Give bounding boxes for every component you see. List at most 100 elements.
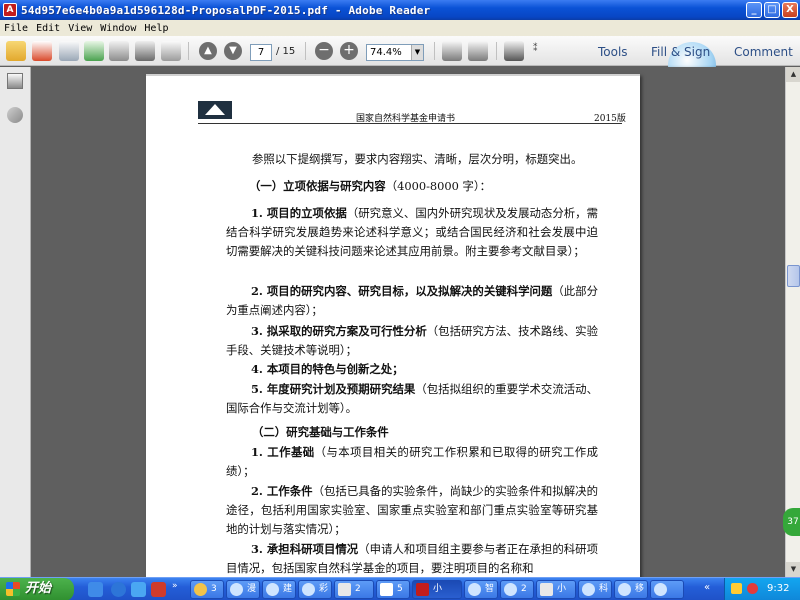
pdf-icon (416, 583, 429, 596)
task-item[interactable]: 3 (190, 580, 224, 599)
task-label: 5 (397, 584, 403, 594)
print-icon[interactable] (135, 41, 155, 61)
vertical-scrollbar[interactable]: ▲ ▼ (785, 67, 800, 577)
section-2-title: （二）研究基础与工作条件 (252, 425, 389, 439)
zoom-value: 74.4% (370, 47, 402, 58)
task-label: 彩 (319, 584, 329, 594)
upload-icon[interactable] (84, 41, 104, 61)
page-thumbnails-icon[interactable] (7, 73, 23, 89)
task-item[interactable]: 智 (464, 580, 498, 599)
toolbar-separator (434, 42, 435, 60)
chevron-down-icon[interactable]: ▼ (411, 45, 423, 60)
section-2-heading: （二）研究基础与工作条件 (252, 423, 602, 442)
next-page-icon[interactable]: ▼ (224, 42, 242, 60)
fit-width-icon[interactable] (468, 41, 488, 61)
document-icon (338, 583, 351, 596)
menu-help[interactable]: Help (140, 23, 172, 34)
menu-window[interactable]: Window (96, 23, 140, 34)
system-clock[interactable]: 9:32 (767, 583, 789, 594)
menu-file[interactable]: File (0, 23, 32, 34)
task-item[interactable]: 2 (500, 580, 534, 599)
system-tray: 9:32 (724, 578, 800, 600)
start-button[interactable]: 开始 (0, 578, 74, 600)
tray-network-icon[interactable] (731, 583, 742, 594)
ie-icon (302, 583, 315, 596)
task-item[interactable]: 移 (614, 580, 648, 599)
scroll-up-icon[interactable]: ▲ (786, 67, 800, 82)
task-item[interactable]: 5 (376, 580, 410, 599)
task-label: 建 (283, 584, 293, 594)
s2-item-1-paragraph: 1. 工作基础（与本项目相关的研究工作积累和已取得的研究工作成绩）； (226, 443, 598, 481)
taskbar-more-icon[interactable]: « (704, 582, 710, 593)
window-controls: _ □ X (746, 2, 798, 18)
side-badge[interactable]: 37 (783, 508, 800, 536)
combine-files-icon[interactable] (32, 41, 52, 61)
quicklaunch-ie-icon[interactable] (111, 582, 126, 597)
task-item[interactable]: 2 (334, 580, 374, 599)
task-item[interactable]: 建 (262, 580, 296, 599)
menu-view[interactable]: View (64, 23, 96, 34)
quicklaunch-app-icon[interactable] (151, 582, 166, 597)
task-item[interactable]: 彩 (298, 580, 332, 599)
toolbar-separator (305, 42, 306, 60)
start-label: 开始 (25, 581, 52, 596)
zoom-select[interactable]: 74.4% ▼ (366, 44, 424, 61)
item-1-title: 1. 项目的立项依据 (251, 206, 347, 220)
s2-item-3-paragraph: 3. 承担科研项目情况（申请人和项目组主要参与者正在承担的科研项目情况，包括国家… (226, 540, 598, 577)
notepad-icon (380, 583, 393, 596)
menu-edit[interactable]: Edit (32, 23, 64, 34)
toolbar-more-icon[interactable]: ⁑ (533, 44, 538, 54)
task-label: 漫 (247, 584, 257, 594)
task-label: 3 (211, 584, 217, 594)
edit-icon[interactable] (59, 41, 79, 61)
scroll-down-icon[interactable]: ▼ (786, 562, 800, 577)
task-item[interactable]: 小 (536, 580, 576, 599)
create-pdf-icon[interactable] (6, 41, 26, 61)
maximize-button[interactable]: □ (764, 2, 780, 18)
zoom-out-icon[interactable]: − (315, 42, 333, 60)
task-item[interactable] (650, 580, 684, 599)
quicklaunch-qq-icon[interactable] (131, 582, 146, 597)
email-icon[interactable] (161, 41, 181, 61)
header-divider (198, 123, 622, 124)
window-title-bar[interactable]: A 54d957e6e4b0a9a1d596128d-ProposalPDF-2… (0, 0, 800, 20)
tray-security-icon[interactable] (747, 583, 758, 594)
document-icon (540, 583, 553, 596)
document-view[interactable]: 国家自然科学基金申请书 2015版 参照以下提纲撰写，要求内容翔实、清晰，层次分… (32, 67, 785, 577)
zoom-in-icon[interactable]: + (340, 42, 358, 60)
previous-page-icon[interactable]: ▲ (199, 42, 217, 60)
fit-page-icon[interactable] (442, 41, 462, 61)
nsfc-logo-icon (198, 101, 232, 119)
window-title: 54d957e6e4b0a9a1d596128d-ProposalPDF-201… (21, 3, 431, 17)
page-number-input[interactable]: 7 (250, 44, 272, 61)
attachments-icon[interactable] (7, 107, 23, 123)
close-button[interactable]: X (782, 2, 798, 18)
toolbar-separator (188, 42, 189, 60)
toolbar-separator (496, 42, 497, 60)
quicklaunch-desktop-icon[interactable] (88, 582, 103, 597)
section-1-heading: （一）立项依据与研究内容（4000-8000 字）： (249, 177, 599, 196)
comment-link[interactable]: Comment (734, 45, 793, 59)
fill-sign-link[interactable]: Fill & Sign (651, 45, 710, 59)
ie-icon (582, 583, 595, 596)
page-edge (146, 74, 640, 76)
full-screen-icon[interactable] (504, 41, 524, 61)
task-label: 2 (521, 584, 527, 594)
scroll-thumb[interactable] (787, 265, 800, 287)
tools-link[interactable]: Tools (598, 45, 628, 59)
ie-icon (504, 583, 517, 596)
task-item-adobe-reader[interactable]: 小 (412, 580, 462, 599)
s2-item-1-title: 1. 工作基础 (251, 445, 315, 459)
s2-item-2-title: 2. 工作条件 (251, 484, 313, 498)
task-item[interactable]: 漫 (226, 580, 260, 599)
item-5-title: 5. 年度研究计划及预期研究结果 (251, 382, 416, 396)
windows-taskbar: 开始 » 3 漫 建 彩 2 5 小 智 2 小 科 移 « 9:32 (0, 577, 800, 600)
quicklaunch-more-icon[interactable]: » (172, 581, 178, 591)
save-icon[interactable] (109, 41, 129, 61)
task-item[interactable]: 科 (578, 580, 612, 599)
item-2-paragraph: 2. 项目的研究内容、研究目标，以及拟解决的关键科学问题（此部分为重点阐述内容）… (226, 282, 598, 320)
page-total: / 15 (276, 46, 296, 57)
menu-bar: File Edit View Window Help (0, 20, 800, 36)
task-app-icon (194, 583, 207, 596)
minimize-button[interactable]: _ (746, 2, 762, 18)
